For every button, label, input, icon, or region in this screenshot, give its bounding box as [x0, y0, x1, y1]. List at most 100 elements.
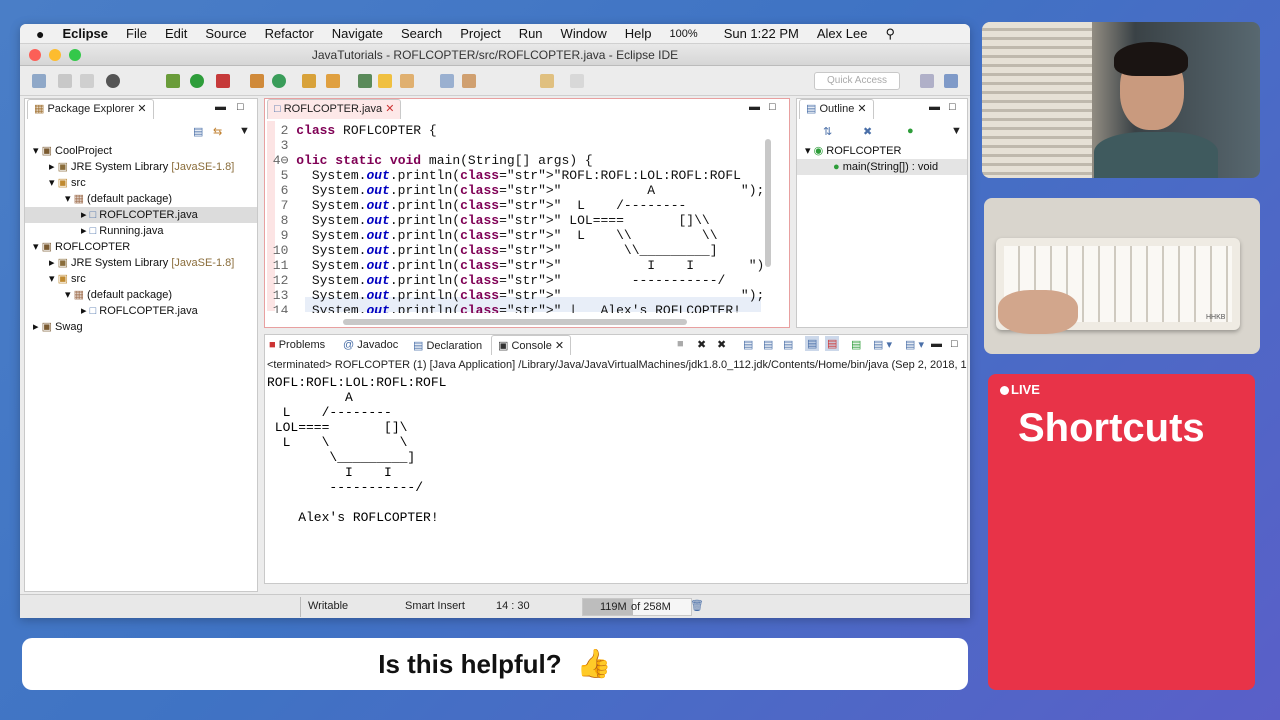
code-line[interactable]: 11 System.out.println(class="str">" I I …	[265, 258, 765, 273]
new-icon[interactable]	[32, 74, 46, 88]
maximize-panel-icon[interactable]: □	[951, 338, 958, 350]
tab-declaration[interactable]: ▤ Declaration	[413, 339, 482, 352]
new-java-project-icon[interactable]	[250, 74, 264, 88]
open-perspective-icon[interactable]	[920, 74, 934, 88]
vertical-scrollbar[interactable]	[765, 139, 771, 267]
collapse-all-icon[interactable]: ▤	[193, 125, 203, 138]
tree-item-jre-library[interactable]: ▸ ▣ JRE System Library [JavaSE-1.8]	[49, 159, 234, 175]
tree-item-roflcopter-java-selected[interactable]: ▸ □ ROFLCOPTER.java	[25, 207, 257, 223]
code-line[interactable]: 6 System.out.println(class="str">" A ");	[265, 183, 765, 198]
battery-status[interactable]: 100%	[661, 28, 707, 40]
menu-edit[interactable]: Edit	[156, 26, 196, 41]
garbage-collect-icon[interactable]: 🗑	[690, 599, 704, 612]
print-icon[interactable]	[80, 74, 94, 88]
tree-item-jre-library[interactable]: ▸ ▣ JRE System Library [JavaSE-1.8]	[49, 255, 234, 271]
maximize-panel-icon[interactable]: □	[769, 101, 776, 113]
java-perspective-icon[interactable]	[944, 74, 958, 88]
tree-item-coolproject[interactable]: ▾ ▣ CoolProject	[33, 143, 112, 159]
code-line[interactable]: 3	[265, 138, 296, 153]
code-line[interactable]: 13 System.out.println(class="str">" ");	[265, 288, 765, 303]
tree-item-roflcopter-project[interactable]: ▾ ▣ ROFLCOPTER	[33, 239, 130, 255]
helpful-banner[interactable]: Is this helpful? 👍	[22, 638, 968, 690]
hide-fields-icon[interactable]: ✖	[863, 125, 872, 138]
maximize-panel-icon[interactable]: □	[949, 101, 956, 113]
thumbs-up-icon[interactable]: 👍	[577, 648, 612, 679]
code-area[interactable]: 2 class ROFLCOPTER { 3 4⊖ olic static vo…	[265, 123, 765, 313]
menu-navigate[interactable]: Navigate	[323, 26, 392, 41]
search-icon[interactable]	[326, 74, 340, 88]
close-tab-icon[interactable]: ✕	[857, 103, 866, 115]
paragraph-icon[interactable]	[440, 74, 454, 88]
display-selected-console-icon[interactable]: ▤ ▾	[873, 338, 892, 351]
open-type-icon[interactable]	[302, 74, 316, 88]
forward-icon[interactable]	[570, 74, 584, 88]
code-line[interactable]: 5 System.out.println(class="str">"ROFL:R…	[265, 168, 741, 183]
minimize-panel-icon[interactable]: ▬	[215, 101, 226, 113]
close-tab-icon[interactable]: ✕	[137, 103, 146, 115]
scroll-lock-icon[interactable]: ▤	[763, 338, 773, 351]
code-line[interactable]: 2 class ROFLCOPTER {	[265, 123, 437, 138]
terminate-icon[interactable]: ■	[677, 338, 684, 350]
tab-outline[interactable]: ▤ Outline ✕	[799, 99, 874, 119]
tab-roflcopter-java[interactable]: □ ROFLCOPTER.java ✕	[267, 99, 402, 119]
menu-help[interactable]: Help	[616, 26, 661, 41]
minimize-window-button[interactable]	[49, 49, 61, 61]
run-icon[interactable]	[190, 74, 204, 88]
hide-non-public-icon[interactable]: ●	[907, 125, 914, 137]
show-on-error-icon[interactable]: ▤	[825, 336, 840, 351]
open-console-icon[interactable]: ▤ ▾	[905, 338, 924, 351]
tree-item-running-java[interactable]: ▸ □ Running.java	[81, 223, 164, 239]
debug-icon[interactable]	[166, 74, 180, 88]
show-on-output-icon[interactable]: ▤	[805, 336, 820, 351]
menu-project[interactable]: Project	[451, 26, 509, 41]
menu-search[interactable]: Search	[392, 26, 451, 41]
menu-window[interactable]: Window	[552, 26, 616, 41]
remove-all-icon[interactable]: ✖	[717, 338, 726, 351]
code-line[interactable]: 4⊖ olic static void main(String[] args) …	[265, 153, 593, 168]
close-window-button[interactable]	[29, 49, 41, 61]
view-menu-icon[interactable]: ▼	[951, 125, 962, 137]
code-line[interactable]: 9 System.out.println(class="str">" L \\ …	[265, 228, 765, 243]
menu-file[interactable]: File	[117, 26, 156, 41]
close-tab-icon[interactable]: ✕	[555, 340, 564, 352]
next-annotation-icon[interactable]	[462, 74, 476, 88]
clock[interactable]: Sun 1:22 PM	[715, 26, 808, 41]
word-wrap-icon[interactable]: ▤	[783, 338, 793, 351]
spotlight-search-icon[interactable]: ⚲	[876, 26, 904, 42]
external-tools-icon[interactable]	[216, 74, 230, 88]
tree-item-default-package[interactable]: ▾ ▦ (default package)	[65, 287, 172, 303]
minimize-panel-icon[interactable]: ▬	[929, 101, 940, 113]
quick-access-input[interactable]: Quick Access	[814, 72, 900, 90]
user-name[interactable]: Alex Lee	[808, 26, 877, 41]
annotation-icon[interactable]	[378, 74, 392, 88]
console-output[interactable]: ROFL:ROFL:LOL:ROFL:ROFL A L /-------- LO…	[267, 375, 446, 525]
outline-class-item[interactable]: ▾ ◉ ROFLCOPTER	[805, 143, 901, 159]
new-class-icon[interactable]	[272, 74, 286, 88]
apple-icon[interactable]: ●	[20, 26, 53, 42]
tab-problems[interactable]: ■ Problems	[269, 339, 325, 351]
sort-icon[interactable]: ⇅	[823, 125, 832, 138]
maximize-panel-icon[interactable]: □	[237, 101, 244, 113]
code-line[interactable]: 14 System.out.println(class="str">" | Al…	[265, 303, 741, 313]
menu-run[interactable]: Run	[510, 26, 552, 41]
tree-item-src[interactable]: ▾ ▣ src	[49, 175, 86, 191]
tree-item-default-package[interactable]: ▾ ▦ (default package)	[65, 191, 172, 207]
minimize-panel-icon[interactable]: ▬	[749, 101, 760, 113]
toggle-mark-occurrences-icon[interactable]	[358, 74, 372, 88]
horizontal-scrollbar[interactable]	[343, 319, 687, 325]
tree-item-src[interactable]: ▾ ▣ src	[49, 271, 86, 287]
back-icon[interactable]	[540, 74, 554, 88]
code-line[interactable]: 12 System.out.println(class="str">" ----…	[265, 273, 765, 288]
view-menu-icon[interactable]: ▼	[239, 125, 250, 137]
tab-package-explorer[interactable]: ▦ Package Explorer ✕	[27, 99, 154, 119]
minimize-panel-icon[interactable]: ▬	[931, 338, 942, 350]
link-editor-icon[interactable]: ⇆	[213, 125, 222, 138]
menu-refactor[interactable]: Refactor	[256, 26, 323, 41]
close-tab-icon[interactable]: ✕	[385, 103, 394, 115]
save-icon[interactable]	[58, 74, 72, 88]
heap-status[interactable]: 119M of 258M	[582, 598, 692, 616]
menu-app-eclipse[interactable]: Eclipse	[53, 26, 117, 41]
code-line[interactable]: 10 System.out.println(class="str">" \\__…	[265, 243, 765, 258]
remove-launch-icon[interactable]: ✖	[697, 338, 706, 351]
outline-method-item[interactable]: ● main(String[]) : void	[797, 159, 967, 175]
